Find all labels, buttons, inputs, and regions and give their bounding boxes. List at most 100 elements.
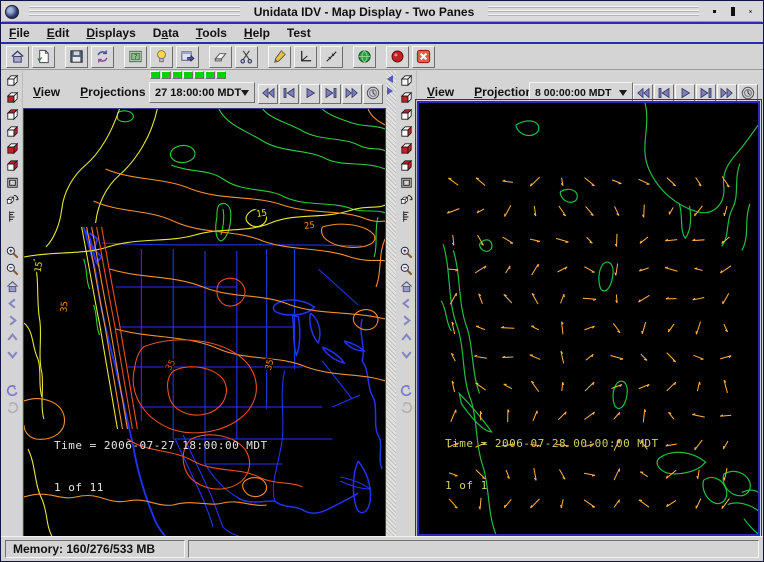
export-display-button[interactable] xyxy=(176,46,199,68)
rotate-ccw-button[interactable] xyxy=(3,383,21,400)
new-display-button[interactable] xyxy=(32,46,55,68)
draw-button[interactable] xyxy=(268,46,291,68)
menu-view[interactable]: View xyxy=(33,85,60,99)
transect-button[interactable] xyxy=(320,46,343,68)
home-button[interactable] xyxy=(6,46,29,68)
maximize-icon xyxy=(731,7,735,16)
rotate-view-button[interactable] xyxy=(3,192,21,209)
box-2d-button[interactable] xyxy=(3,175,21,192)
rotate-cw-button[interactable] xyxy=(3,400,21,417)
skip-to-end-button[interactable] xyxy=(342,84,362,104)
view-perspective-button[interactable] xyxy=(397,73,415,90)
erase-button[interactable] xyxy=(209,46,232,68)
menu-test[interactable]: Test xyxy=(287,26,311,40)
erase-icon xyxy=(212,48,229,65)
globe-button[interactable] xyxy=(353,46,376,68)
time-step-block[interactable] xyxy=(150,71,160,79)
zoom-in-button[interactable] xyxy=(3,245,21,262)
zoom-in-icon xyxy=(5,245,20,263)
home-view-button[interactable] xyxy=(397,279,415,296)
home-view-button[interactable] xyxy=(3,279,21,296)
refresh-icon xyxy=(94,48,111,65)
pan-up-button[interactable] xyxy=(397,330,415,347)
skip-to-end-icon xyxy=(344,85,360,104)
menu-edit[interactable]: Edit xyxy=(47,26,70,40)
rotate-ccw-button[interactable] xyxy=(397,383,415,400)
cut-button[interactable] xyxy=(235,46,258,68)
minimize-button[interactable] xyxy=(707,5,722,19)
pan-left-button[interactable] xyxy=(397,296,415,313)
view-east-button[interactable] xyxy=(397,124,415,141)
view-bottom-button[interactable] xyxy=(397,90,415,107)
titlebar[interactable]: Unidata IDV - Map Display - Two Panes xyxy=(2,2,762,22)
record-icon xyxy=(389,48,406,65)
box-2d-button[interactable] xyxy=(397,175,415,192)
menu-file[interactable]: File xyxy=(9,26,30,40)
refresh-button[interactable] xyxy=(91,46,114,68)
view-west-button[interactable] xyxy=(3,158,21,175)
idv-window: Unidata IDV - Map Display - Two Panes Fi… xyxy=(0,0,764,562)
menu-projections[interactable]: Projections xyxy=(80,85,145,99)
right-map-frame: Time = 2006-07-28 00:00:00 MDT 1 of 1 xyxy=(417,101,760,536)
time-step-block[interactable] xyxy=(161,71,171,79)
time-step-block[interactable] xyxy=(205,71,215,79)
skip-to-start-button[interactable] xyxy=(258,84,278,104)
pan-left-button[interactable] xyxy=(3,296,21,313)
menu-tools[interactable]: Tools xyxy=(196,26,227,40)
menu-displays[interactable]: Displays xyxy=(86,26,135,40)
pan-down-button[interactable] xyxy=(3,347,21,364)
view-east-button[interactable] xyxy=(3,124,21,141)
time-step-block[interactable] xyxy=(216,71,226,79)
zoom-out-button[interactable] xyxy=(397,262,415,279)
home-view-icon xyxy=(399,279,414,297)
rotate-view-icon xyxy=(399,192,414,210)
maximize-button[interactable] xyxy=(725,5,740,19)
time-selector-left[interactable]: 27 18:00:00 MDT xyxy=(149,82,255,103)
play-button[interactable] xyxy=(300,84,320,104)
ruler-button[interactable] xyxy=(3,209,21,226)
view-bottom-button[interactable] xyxy=(3,90,21,107)
ruler-button[interactable] xyxy=(397,209,415,226)
view-top-button[interactable] xyxy=(397,107,415,124)
menu-view[interactable]: View xyxy=(427,85,454,99)
time-step-block[interactable] xyxy=(194,71,204,79)
time-step-block[interactable] xyxy=(183,71,193,79)
step-back-button[interactable] xyxy=(279,84,299,104)
zoom-in-button[interactable] xyxy=(397,245,415,262)
exit-button[interactable] xyxy=(412,46,435,68)
view-south-button[interactable] xyxy=(397,141,415,158)
pan-up-button[interactable] xyxy=(3,330,21,347)
axes-button[interactable] xyxy=(294,46,317,68)
splitter-collapse-left-icon[interactable] xyxy=(387,75,393,83)
record-button[interactable] xyxy=(386,46,409,68)
zoom-out-button[interactable] xyxy=(3,262,21,279)
view-perspective-button[interactable] xyxy=(3,73,21,90)
menu-help[interactable]: Help xyxy=(244,26,270,40)
contour-label: 35 xyxy=(164,358,178,372)
rotate-cw-button[interactable] xyxy=(397,400,415,417)
animation-properties-icon xyxy=(365,85,381,104)
view-south-button[interactable] xyxy=(3,141,21,158)
view-west-button[interactable] xyxy=(397,158,415,175)
view-perspective-icon xyxy=(5,73,20,91)
capture-image-button[interactable]: ? xyxy=(124,46,147,68)
time-step-block[interactable] xyxy=(172,71,182,79)
animation-properties-button[interactable] xyxy=(363,84,383,104)
pane-splitter[interactable] xyxy=(386,71,396,537)
step-forward-button[interactable] xyxy=(321,84,341,104)
view-top-button[interactable] xyxy=(3,107,21,124)
pan-right-button[interactable] xyxy=(397,313,415,330)
pan-down-button[interactable] xyxy=(397,347,415,364)
splitter-collapse-right-icon[interactable] xyxy=(387,87,393,95)
show-tips-button[interactable] xyxy=(150,46,173,68)
pan-right-button[interactable] xyxy=(3,313,21,330)
rotate-view-button[interactable] xyxy=(397,192,415,209)
close-button[interactable] xyxy=(743,5,758,19)
time-selector-right[interactable]: 8 00:00:00 MDT xyxy=(529,82,633,103)
contour-label: 35 xyxy=(60,301,71,313)
save-button[interactable] xyxy=(65,46,88,68)
new-display-icon xyxy=(35,48,52,65)
right-map-view[interactable]: Time = 2006-07-28 00:00:00 MDT 1 of 1 xyxy=(419,103,758,534)
left-map-view[interactable]: 15 25 15 35 35 35 Time = 2006-07-27 18:0… xyxy=(24,109,385,536)
menu-data[interactable]: Data xyxy=(153,26,179,40)
